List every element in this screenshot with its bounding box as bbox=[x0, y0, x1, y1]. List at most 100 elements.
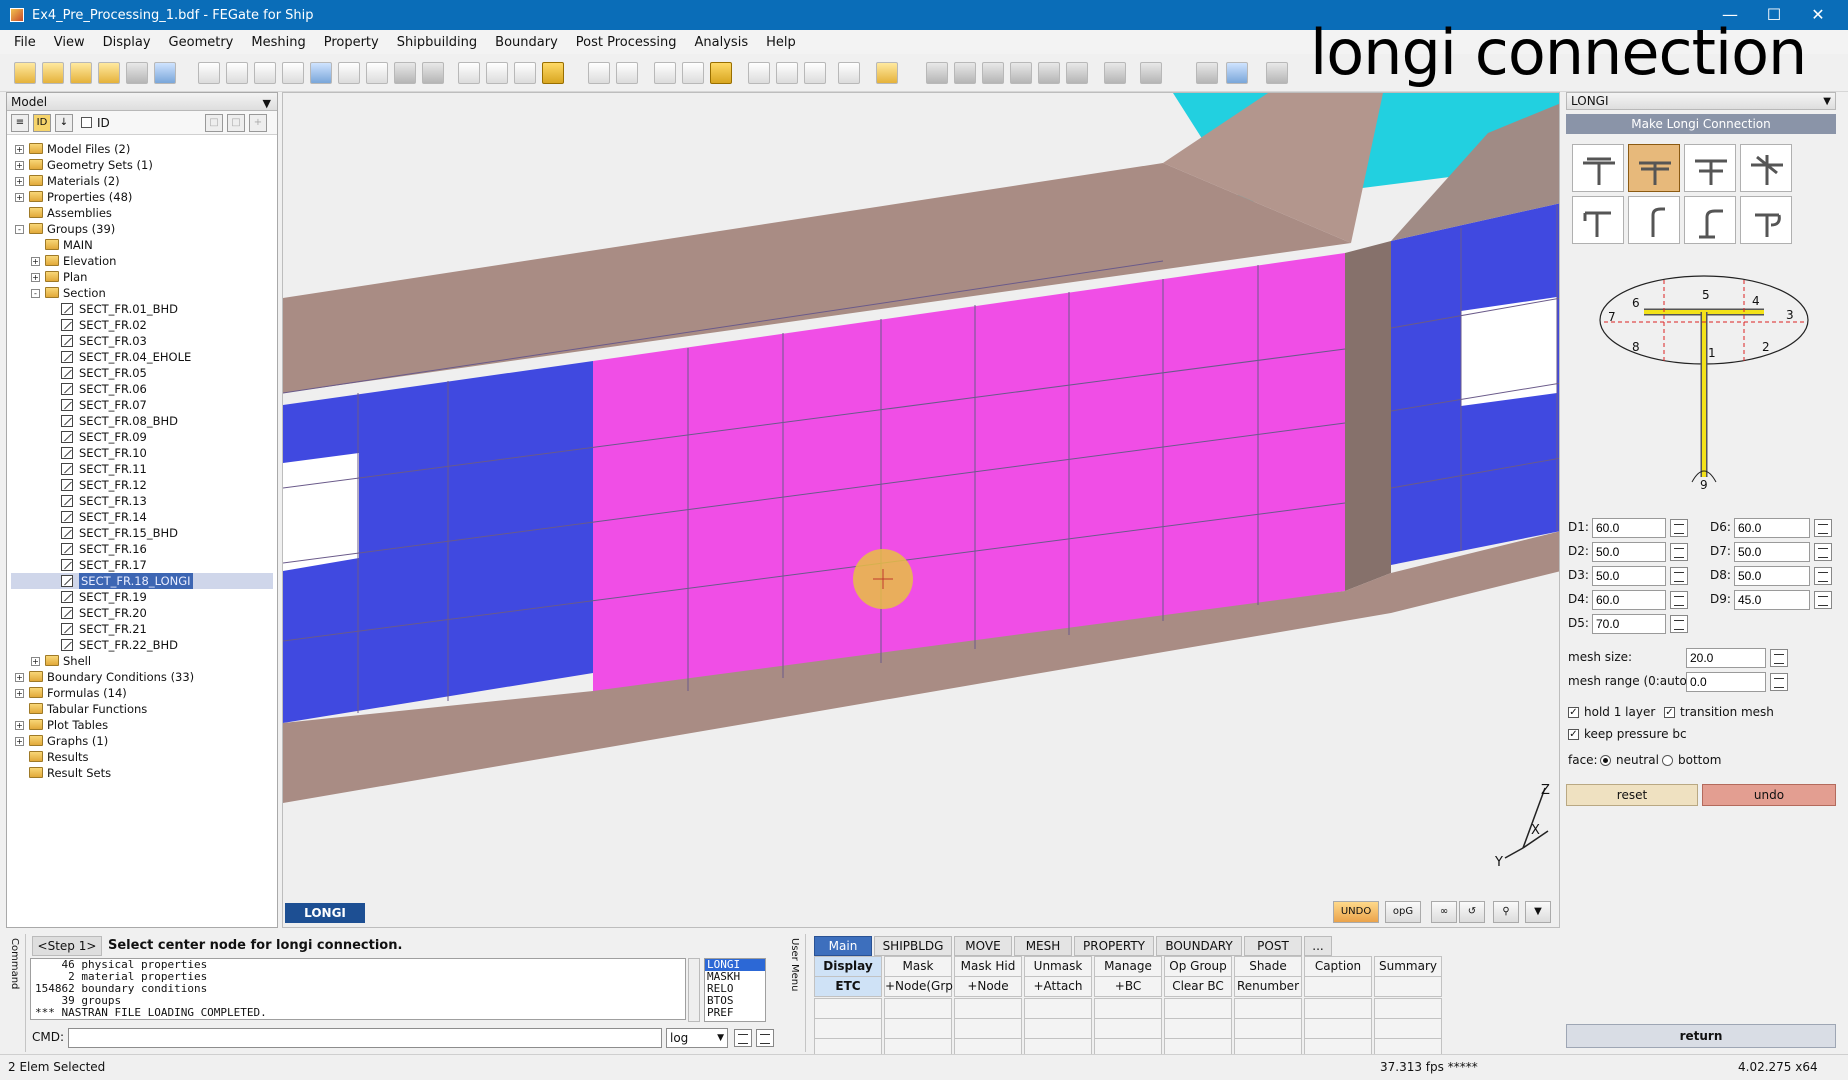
tree-node[interactable]: + Shell bbox=[11, 653, 273, 669]
tree-node[interactable]: SECT_FR.18_LONGI bbox=[11, 573, 273, 589]
tree-node[interactable]: + Materials (2) bbox=[11, 173, 273, 189]
user-menu-empty-slot[interactable] bbox=[954, 1018, 1022, 1039]
user-menu-button[interactable]: ETC bbox=[814, 976, 882, 997]
tree-node[interactable]: Assemblies bbox=[11, 205, 273, 221]
face-neutral-radio[interactable] bbox=[1600, 755, 1611, 766]
tree-node[interactable]: + Properties (48) bbox=[11, 189, 273, 205]
d8-pick-icon[interactable] bbox=[1814, 567, 1832, 585]
user-menu-empty-slot[interactable] bbox=[1374, 998, 1442, 1019]
hold-layer-checkbox[interactable]: ✓ bbox=[1568, 707, 1579, 718]
tree-node[interactable]: Tabular Functions bbox=[11, 701, 273, 717]
menu-meshing[interactable]: Meshing bbox=[251, 35, 305, 50]
d1-pick-icon[interactable] bbox=[1670, 519, 1688, 537]
menu-help[interactable]: Help bbox=[766, 35, 796, 50]
user-menu-button[interactable] bbox=[1304, 976, 1372, 997]
user-menu-tab[interactable]: PROPERTY bbox=[1074, 936, 1154, 956]
user-menu-button[interactable]: Unmask bbox=[1024, 956, 1092, 977]
user-menu-button[interactable]: +Node(Grp) bbox=[884, 976, 958, 997]
graphics-viewport[interactable]: X Z Y LONGI UNDO opG ∞ ↺ ⚲ ▼ bbox=[282, 92, 1560, 928]
tree-node[interactable]: SECT_FR.22_BHD bbox=[11, 637, 273, 653]
tree-node[interactable]: SECT_FR.07 bbox=[11, 397, 273, 413]
user-menu-tab[interactable]: SHIPBLDG bbox=[874, 936, 952, 956]
profile-tee-1-icon[interactable] bbox=[1572, 144, 1624, 192]
tree-node[interactable]: SECT_FR.06 bbox=[11, 381, 273, 397]
open-icon[interactable] bbox=[42, 62, 64, 84]
tree-node[interactable]: SECT_FR.15_BHD bbox=[11, 525, 273, 541]
first-frame-icon[interactable] bbox=[954, 62, 976, 84]
menu-post-processing[interactable]: Post Processing bbox=[576, 35, 677, 50]
user-menu-button[interactable]: +BC bbox=[1094, 976, 1162, 997]
tree-btn-1-icon[interactable]: □ bbox=[205, 114, 223, 132]
clear-log-icon[interactable] bbox=[734, 1029, 752, 1047]
fly-icon[interactable] bbox=[394, 62, 416, 84]
user-menu-button[interactable] bbox=[1374, 976, 1442, 997]
rotate-icon[interactable] bbox=[198, 62, 220, 84]
profile-tee-2-icon[interactable] bbox=[1628, 144, 1680, 192]
pin-icon[interactable]: ▼ bbox=[1823, 94, 1831, 110]
target-icon[interactable] bbox=[804, 62, 826, 84]
expand-icon[interactable]: + bbox=[31, 257, 40, 266]
tree-node[interactable]: Results bbox=[11, 749, 273, 765]
tree-node[interactable]: SECT_FR.12 bbox=[11, 477, 273, 493]
expand-icon[interactable]: + bbox=[15, 161, 24, 170]
copy-log-icon[interactable] bbox=[756, 1029, 774, 1047]
next-frame-icon[interactable] bbox=[1010, 62, 1032, 84]
d4-input[interactable] bbox=[1592, 590, 1666, 610]
user-menu-empty-slot[interactable] bbox=[1304, 1018, 1372, 1039]
profile-bulb-icon[interactable] bbox=[1740, 196, 1792, 244]
zoom-box-icon[interactable] bbox=[282, 62, 304, 84]
user-menu-tab[interactable]: Main bbox=[814, 936, 872, 956]
user-menu-empty-slot[interactable] bbox=[1094, 998, 1162, 1019]
shade-icon[interactable] bbox=[422, 62, 444, 84]
tree-node[interactable]: + Geometry Sets (1) bbox=[11, 157, 273, 173]
collapse-icon[interactable]: - bbox=[31, 289, 40, 298]
menu-geometry[interactable]: Geometry bbox=[169, 35, 234, 50]
user-menu-empty-slot[interactable] bbox=[1094, 1018, 1162, 1039]
image-icon[interactable] bbox=[1266, 62, 1288, 84]
pause-icon[interactable] bbox=[1140, 62, 1162, 84]
tree-node[interactable]: SECT_FR.21 bbox=[11, 621, 273, 637]
collapse-icon[interactable]: - bbox=[15, 225, 24, 234]
tree-node[interactable]: SECT_FR.04_EHOLE bbox=[11, 349, 273, 365]
select-node-icon[interactable] bbox=[654, 62, 676, 84]
record-icon[interactable] bbox=[1066, 62, 1088, 84]
select-elem-icon[interactable] bbox=[682, 62, 704, 84]
sort-az-icon[interactable]: ↓ bbox=[55, 114, 73, 132]
user-menu-button[interactable]: Shade Light bbox=[1234, 956, 1302, 992]
mesh-view[interactable] bbox=[283, 93, 1560, 893]
monitor-icon[interactable] bbox=[1226, 62, 1248, 84]
tree-node[interactable]: + Boundary Conditions (33) bbox=[11, 669, 273, 685]
user-menu-tab[interactable]: ... bbox=[1304, 936, 1332, 956]
measure-icon[interactable] bbox=[588, 62, 610, 84]
tree-node[interactable]: + Model Files (2) bbox=[11, 141, 273, 157]
user-menu-empty-slot[interactable] bbox=[814, 1018, 882, 1039]
menu-shipbuilding[interactable]: Shipbuilding bbox=[397, 35, 477, 50]
user-menu-button[interactable]: Clear BC bbox=[1164, 976, 1232, 997]
user-menu-empty-slot[interactable] bbox=[1164, 1018, 1232, 1039]
zoom-fit-icon[interactable] bbox=[310, 62, 332, 84]
menu-file[interactable]: File bbox=[14, 35, 36, 50]
menu-property[interactable]: Property bbox=[324, 35, 379, 50]
opg-button[interactable]: opG bbox=[1385, 901, 1421, 923]
mesh-size-input[interactable] bbox=[1686, 648, 1766, 668]
d5-pick-icon[interactable] bbox=[1670, 615, 1688, 633]
view-side-icon[interactable] bbox=[486, 62, 508, 84]
d2-input[interactable] bbox=[1592, 542, 1666, 562]
face-bottom-radio[interactable] bbox=[1662, 755, 1673, 766]
tree-node[interactable]: SECT_FR.20 bbox=[11, 605, 273, 621]
last-frame-icon[interactable] bbox=[1038, 62, 1060, 84]
user-menu-tab[interactable]: POST bbox=[1244, 936, 1302, 956]
user-menu-empty-slot[interactable] bbox=[1234, 998, 1302, 1019]
user-menu-button[interactable]: +Attach bbox=[1024, 976, 1092, 997]
d9-input[interactable] bbox=[1734, 590, 1810, 610]
d8-input[interactable] bbox=[1734, 566, 1810, 586]
tree-node[interactable]: + Plot Tables bbox=[11, 717, 273, 733]
tree-node[interactable]: SECT_FR.11 bbox=[11, 461, 273, 477]
tree-node[interactable]: SECT_FR.01_BHD bbox=[11, 301, 273, 317]
d3-input[interactable] bbox=[1592, 566, 1666, 586]
expand-icon[interactable]: + bbox=[15, 721, 24, 730]
print-icon[interactable] bbox=[126, 62, 148, 84]
d1-input[interactable] bbox=[1592, 518, 1666, 538]
pan-icon[interactable] bbox=[226, 62, 248, 84]
tree-node[interactable]: SECT_FR.13 bbox=[11, 493, 273, 509]
